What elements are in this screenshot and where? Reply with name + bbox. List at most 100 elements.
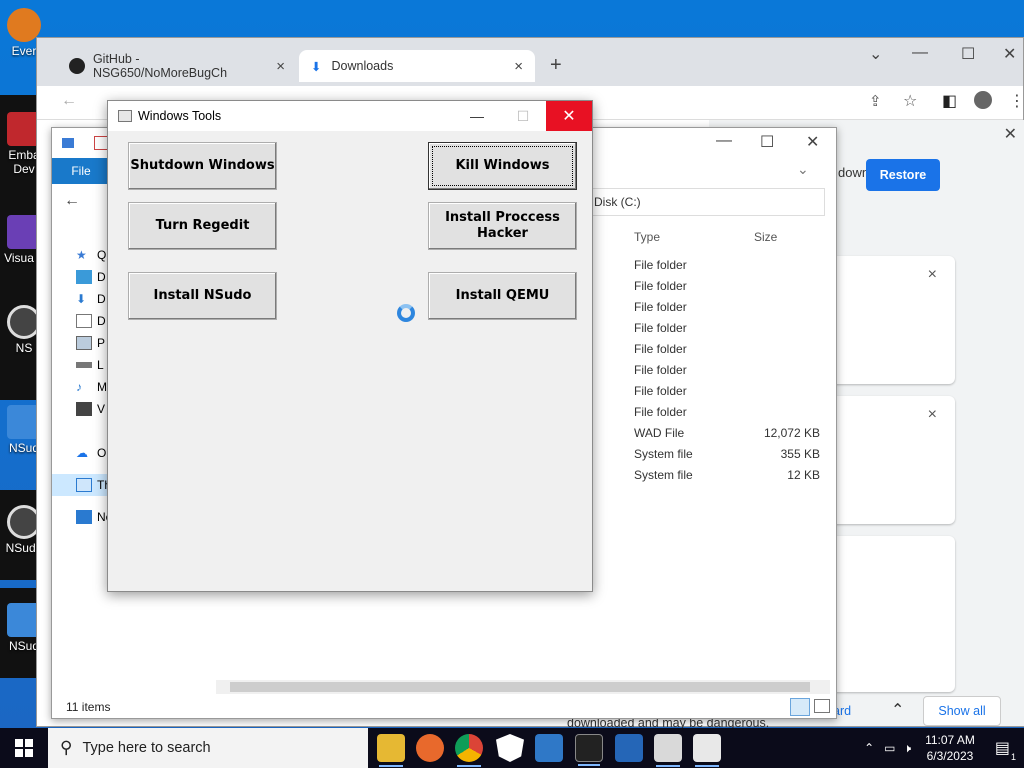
table-row[interactable]: System file 355 KB xyxy=(587,447,832,468)
button-label: Shutdown Windows xyxy=(130,158,275,173)
table-row[interactable]: WAD File 12,072 KB xyxy=(587,426,832,447)
terminal-taskbar-icon[interactable] xyxy=(575,734,603,766)
show-all-label: Show all xyxy=(938,704,986,718)
size-cell: 12 KB xyxy=(787,468,820,482)
install-process-hacker-button[interactable]: Install Proccess Hacker xyxy=(428,202,577,250)
install-qemu-button[interactable]: Install QEMU xyxy=(428,272,577,320)
remove-download-button[interactable]: × xyxy=(928,406,937,424)
large-icons-view-icon[interactable] xyxy=(814,699,830,713)
tab-close-button[interactable]: × xyxy=(276,58,285,75)
type-cell: File folder xyxy=(634,342,687,356)
taskbar-search[interactable]: ⚲ Type here to search xyxy=(48,728,368,768)
restore-button[interactable]: Restore xyxy=(866,159,940,191)
tree-item-local[interactable]: L xyxy=(76,354,104,376)
chevron-down-icon[interactable]: ⌄ xyxy=(797,161,809,178)
size-cell: 355 KB xyxy=(780,447,820,461)
tree-item-documents[interactable]: D xyxy=(76,310,106,332)
clock[interactable]: 11:07 AM 6/3/2023 xyxy=(925,732,975,764)
type-cell: WAD File xyxy=(634,426,685,440)
table-row[interactable]: File folder xyxy=(587,300,832,321)
menu-kebab-icon[interactable]: ⋮ xyxy=(1009,91,1024,111)
type-cell: File folder xyxy=(634,405,687,419)
tree-label: O xyxy=(97,446,107,460)
tree-item-quick-access[interactable]: ★ Q xyxy=(76,244,106,266)
profile-icon[interactable] xyxy=(974,91,992,109)
address-bar[interactable]: Disk (C:) xyxy=(587,188,825,216)
app-taskbar-icon[interactable] xyxy=(654,734,682,767)
new-tab-button[interactable]: + xyxy=(550,54,562,77)
column-header-size[interactable]: Size xyxy=(754,230,777,244)
tree-label: D xyxy=(97,270,106,284)
table-row[interactable]: File folder xyxy=(587,279,832,300)
tree-item-desktop[interactable]: D xyxy=(76,266,106,288)
chevron-up-icon[interactable]: ⌃ xyxy=(891,700,904,720)
file-menu-tab[interactable]: File xyxy=(52,158,110,184)
table-row[interactable]: System file 12 KB xyxy=(587,468,832,489)
tree-item-pictures[interactable]: P xyxy=(76,332,105,354)
maximize-button[interactable]: ☐ xyxy=(961,44,975,64)
minimize-button[interactable]: — xyxy=(454,101,500,131)
remove-download-button[interactable]: × xyxy=(928,266,937,284)
shutdown-windows-button[interactable]: Shutdown Windows xyxy=(128,142,277,190)
app-taskbar-icon[interactable] xyxy=(535,734,563,762)
tree-label: P xyxy=(97,336,106,350)
table-row[interactable]: File folder xyxy=(587,363,832,384)
notification-icon[interactable]: ▤ 1 xyxy=(995,738,1016,762)
close-button[interactable]: ✕ xyxy=(806,132,819,152)
tree-item-music[interactable]: ♪ M xyxy=(76,376,107,398)
close-button[interactable]: ✕ xyxy=(1003,44,1016,64)
minimize-button[interactable]: — xyxy=(716,132,732,150)
table-row[interactable]: File folder xyxy=(587,321,832,342)
drive-icon xyxy=(76,362,92,368)
network-icon[interactable]: ▭ xyxy=(884,741,895,755)
chevron-down-icon[interactable]: ⌄ xyxy=(869,44,882,64)
back-arrow-icon[interactable]: ← xyxy=(64,192,80,210)
table-row[interactable]: File folder xyxy=(587,342,832,363)
share-icon[interactable]: ⇪ xyxy=(869,92,882,110)
start-button[interactable] xyxy=(0,728,48,768)
tree-item-onedrive[interactable]: ☁ O xyxy=(76,442,106,464)
turn-regedit-button[interactable]: Turn Regedit xyxy=(128,202,277,250)
minimize-button[interactable]: — xyxy=(912,44,928,62)
chevron-up-icon[interactable]: ⌃ xyxy=(864,741,874,755)
maximize-button[interactable]: ☐ xyxy=(500,101,546,131)
tree-item-downloads[interactable]: ⬇ D xyxy=(76,288,106,310)
table-row[interactable]: File folder xyxy=(587,258,832,279)
app-taskbar-icon[interactable] xyxy=(693,734,721,767)
tree-item-videos[interactable]: V xyxy=(76,398,105,420)
address-text: Disk (C:) xyxy=(594,195,641,209)
quick-access-icon[interactable] xyxy=(62,138,74,148)
tab-github[interactable]: GitHub - NSG650/NoMoreBugCh × xyxy=(57,50,297,82)
tab-downloads[interactable]: ⬇ Downloads × xyxy=(299,50,535,82)
table-row[interactable]: File folder xyxy=(587,405,832,426)
install-nsudo-button[interactable]: Install NSudo xyxy=(128,272,277,320)
tab-title: Downloads xyxy=(331,59,394,73)
close-icon[interactable]: ✕ xyxy=(1004,124,1017,144)
properties-icon[interactable] xyxy=(94,136,108,150)
firefox-taskbar-icon[interactable] xyxy=(416,734,444,762)
button-label: Install QEMU xyxy=(455,288,550,303)
windows-logo-icon xyxy=(15,739,33,757)
kill-windows-button[interactable]: Kill Windows xyxy=(428,142,577,190)
volume-icon[interactable]: 🕨 xyxy=(904,741,912,756)
powershell-taskbar-icon[interactable] xyxy=(615,734,643,762)
details-view-icon[interactable] xyxy=(790,698,810,716)
tab-close-button[interactable]: × xyxy=(514,58,523,75)
horizontal-scrollbar[interactable] xyxy=(216,680,830,694)
table-row[interactable]: File folder xyxy=(587,384,832,405)
tree-label: D xyxy=(97,292,106,306)
column-header-type[interactable]: Type xyxy=(634,230,660,244)
system-tray: ⌃ ▭ 🕨 11:07 AM 6/3/2023 ▤ 1 xyxy=(864,728,1024,768)
chrome-taskbar-icon[interactable] xyxy=(455,734,483,767)
close-button[interactable]: ✕ xyxy=(546,101,592,131)
cloud-icon: ☁ xyxy=(76,446,88,460)
dialog-title-bar[interactable]: Windows Tools — ☐ ✕ xyxy=(108,101,592,131)
sidepanel-icon[interactable]: ◧ xyxy=(942,91,957,111)
back-arrow-icon[interactable]: ← xyxy=(61,92,77,110)
file-explorer-taskbar-icon[interactable] xyxy=(377,734,405,767)
show-all-button[interactable]: Show all xyxy=(923,696,1001,726)
star-icon[interactable]: ☆ xyxy=(903,91,917,111)
scrollbar-thumb[interactable] xyxy=(230,682,810,692)
security-taskbar-icon[interactable] xyxy=(496,734,524,762)
maximize-button[interactable]: ☐ xyxy=(760,132,774,152)
